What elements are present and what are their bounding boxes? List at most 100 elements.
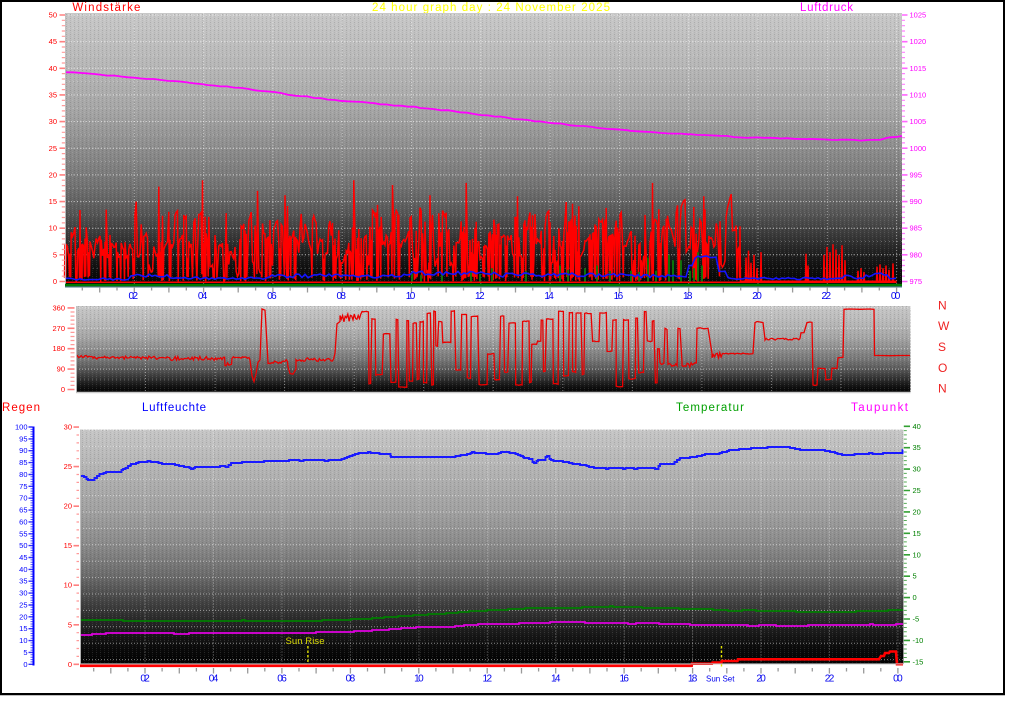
svg-text:-5: -5 <box>913 615 920 624</box>
svg-text:S: S <box>938 340 946 354</box>
svg-text:85: 85 <box>19 458 27 467</box>
svg-text:40: 40 <box>19 565 27 574</box>
svg-text:980: 980 <box>910 250 923 259</box>
svg-text:22: 22 <box>822 291 832 302</box>
svg-text:100: 100 <box>15 423 28 432</box>
svg-text:N: N <box>938 299 947 313</box>
svg-text:N: N <box>938 381 947 395</box>
svg-text:10: 10 <box>64 581 72 590</box>
svg-text:Temperatur: Temperatur <box>676 402 744 414</box>
svg-text:-15: -15 <box>913 657 924 666</box>
svg-text:06: 06 <box>267 291 277 302</box>
svg-text:45: 45 <box>49 37 57 46</box>
svg-text:80: 80 <box>19 470 27 479</box>
svg-text:990: 990 <box>910 197 923 206</box>
svg-text:0: 0 <box>913 593 917 602</box>
svg-text:5: 5 <box>23 648 27 657</box>
svg-text:55: 55 <box>19 529 27 538</box>
svg-text:06: 06 <box>277 674 287 685</box>
svg-text:16: 16 <box>619 674 629 685</box>
svg-text:16: 16 <box>614 291 624 302</box>
svg-text:50: 50 <box>49 11 57 20</box>
svg-text:O: O <box>938 361 947 375</box>
svg-text:15: 15 <box>64 541 72 550</box>
svg-text:95: 95 <box>19 434 27 443</box>
svg-text:35: 35 <box>913 443 921 452</box>
svg-text:15: 15 <box>49 197 57 206</box>
svg-text:10: 10 <box>414 674 424 685</box>
svg-text:20: 20 <box>756 674 766 685</box>
svg-text:20: 20 <box>752 291 762 302</box>
svg-text:W: W <box>938 319 950 333</box>
svg-text:22: 22 <box>825 674 835 685</box>
svg-text:975: 975 <box>910 277 923 286</box>
svg-text:60: 60 <box>19 517 27 526</box>
svg-text:5: 5 <box>53 250 57 259</box>
svg-text:12: 12 <box>475 291 485 302</box>
svg-text:14: 14 <box>551 674 561 685</box>
svg-text:12: 12 <box>483 674 493 685</box>
svg-text:70: 70 <box>19 494 27 503</box>
svg-text:14: 14 <box>544 291 554 302</box>
svg-text:180: 180 <box>52 344 65 353</box>
svg-text:1025: 1025 <box>910 11 927 20</box>
svg-text:270: 270 <box>52 324 65 333</box>
svg-text:24 hour graph day : 24 Novembe: 24 hour graph day : 24 November 2025 <box>372 2 610 14</box>
svg-text:90: 90 <box>57 365 65 374</box>
svg-text:90: 90 <box>19 446 27 455</box>
svg-text:25: 25 <box>49 144 57 153</box>
svg-text:45: 45 <box>19 553 27 562</box>
svg-text:04: 04 <box>198 291 208 302</box>
svg-text:02: 02 <box>140 674 150 685</box>
svg-text:995: 995 <box>910 170 923 179</box>
svg-text:40: 40 <box>913 422 921 431</box>
svg-text:1000: 1000 <box>910 144 927 153</box>
svg-text:75: 75 <box>19 482 27 491</box>
svg-text:35: 35 <box>49 90 57 99</box>
svg-text:10: 10 <box>406 291 416 302</box>
svg-text:15: 15 <box>19 624 27 633</box>
svg-text:Regen: Regen <box>2 402 40 414</box>
svg-text:00: 00 <box>891 291 901 302</box>
svg-text:0: 0 <box>68 660 72 669</box>
svg-text:20: 20 <box>64 502 72 511</box>
svg-text:0: 0 <box>23 660 27 669</box>
svg-text:10: 10 <box>913 550 921 559</box>
svg-text:1015: 1015 <box>910 64 927 73</box>
svg-text:Sun Set: Sun Set <box>706 675 735 684</box>
svg-text:10: 10 <box>49 224 57 233</box>
svg-text:08: 08 <box>336 291 346 302</box>
svg-text:00: 00 <box>893 674 903 685</box>
svg-text:985: 985 <box>910 224 923 233</box>
svg-text:-10: -10 <box>913 636 924 645</box>
svg-text:04: 04 <box>209 674 219 685</box>
svg-text:08: 08 <box>346 674 356 685</box>
svg-text:1020: 1020 <box>910 37 927 46</box>
svg-text:20: 20 <box>49 170 57 179</box>
svg-text:5: 5 <box>68 620 72 629</box>
svg-text:30: 30 <box>19 589 27 598</box>
svg-text:30: 30 <box>64 423 72 432</box>
svg-text:40: 40 <box>49 64 57 73</box>
svg-text:5: 5 <box>913 572 917 581</box>
svg-text:Windstärke: Windstärke <box>72 2 140 14</box>
svg-text:65: 65 <box>19 506 27 515</box>
svg-text:0: 0 <box>61 385 65 394</box>
svg-text:50: 50 <box>19 541 27 550</box>
svg-text:25: 25 <box>913 486 921 495</box>
svg-text:30: 30 <box>913 465 921 474</box>
svg-text:Sun Rise: Sun Rise <box>286 636 325 647</box>
svg-text:1005: 1005 <box>910 117 927 126</box>
svg-text:10: 10 <box>19 636 27 645</box>
svg-text:Luftdruck: Luftdruck <box>800 2 853 14</box>
svg-text:20: 20 <box>913 507 921 516</box>
svg-text:02: 02 <box>129 291 139 302</box>
svg-text:18: 18 <box>683 291 693 302</box>
svg-text:Luftfeuchte: Luftfeuchte <box>142 402 206 414</box>
svg-text:15: 15 <box>913 529 921 538</box>
svg-text:25: 25 <box>19 601 27 610</box>
svg-text:360: 360 <box>52 303 65 312</box>
svg-text:20: 20 <box>19 612 27 621</box>
svg-text:1010: 1010 <box>910 90 927 99</box>
svg-text:30: 30 <box>49 117 57 126</box>
